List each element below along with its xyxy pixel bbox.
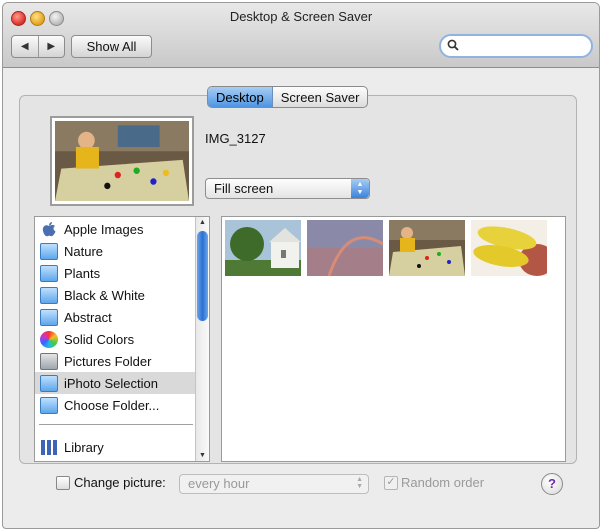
scroll-down-arrow-icon[interactable]: ▼ — [196, 452, 209, 459]
source-pictures-folder[interactable]: Pictures Folder — [35, 350, 195, 372]
random-order-label: Random order — [401, 475, 485, 490]
interval-popup[interactable]: every hour ▲ ▼ — [179, 474, 369, 494]
thumbnail-child-table[interactable] — [389, 220, 465, 276]
scroll-up-arrow-icon[interactable]: ▲ — [196, 219, 209, 226]
source-plants[interactable]: Plants — [35, 262, 195, 284]
color-wheel-icon — [40, 330, 58, 348]
source-solid-colors[interactable]: Solid Colors — [35, 328, 195, 350]
change-picture-checkbox[interactable] — [56, 476, 70, 490]
popup-arrows-icon: ▲ ▼ — [351, 179, 369, 198]
current-picture-name: IMG_3127 — [205, 131, 266, 146]
source-label: Choose Folder... — [64, 397, 160, 413]
source-label: Plants — [64, 265, 101, 281]
tab-desktop[interactable]: Desktop — [208, 87, 273, 107]
folder-icon — [40, 242, 58, 260]
source-label: Abstract — [64, 309, 112, 325]
change-picture-label: Change picture: — [74, 475, 166, 490]
popup-arrows-icon: ▲ ▼ — [356, 476, 363, 490]
picture-grid — [221, 216, 566, 462]
source-iphoto-selection[interactable]: iPhoto Selection — [35, 372, 195, 394]
interval-value: every hour — [188, 476, 250, 491]
source-list: Apple Images Nature Plants Black & White… — [34, 216, 210, 462]
source-apple-images[interactable]: Apple Images — [35, 218, 195, 240]
library-icon — [41, 439, 57, 455]
show-all-button[interactable]: Show All — [71, 35, 152, 58]
pictures-folder-icon — [40, 352, 58, 370]
source-black-white[interactable]: Black & White — [35, 284, 195, 306]
current-picture-well[interactable] — [50, 116, 194, 206]
source-label: iPhoto Selection — [64, 375, 158, 391]
tab-screen-saver[interactable]: Screen Saver — [273, 87, 368, 107]
search-field[interactable] — [439, 34, 593, 58]
help-button[interactable]: ? — [541, 473, 563, 495]
source-nature[interactable]: Nature — [35, 240, 195, 262]
fit-mode-popup[interactable]: Fill screen ▲ ▼ — [205, 178, 370, 199]
search-icon — [447, 39, 459, 51]
thumbnail-house-tree[interactable] — [225, 220, 301, 276]
folder-icon — [40, 308, 58, 326]
source-label: Apple Images — [64, 221, 144, 237]
folder-icon — [40, 396, 58, 414]
random-order-checkbox[interactable]: ✓ — [384, 476, 398, 490]
source-label: Library — [64, 439, 104, 455]
window-title: Desktop & Screen Saver — [229, 9, 373, 24]
source-label: Nature — [64, 243, 104, 259]
thumbnail-corn[interactable] — [471, 220, 547, 276]
apple-icon — [42, 221, 56, 236]
forward-arrow-icon[interactable]: ▶ — [39, 36, 65, 57]
source-scrollbar[interactable]: ▲ ▼ — [195, 217, 209, 461]
source-label: Pictures Folder — [64, 353, 152, 369]
source-abstract[interactable]: Abstract — [35, 306, 195, 328]
title-bar: Desktop & Screen Saver ◀ ▶ Show All — [3, 3, 599, 68]
source-label: Black & White — [64, 287, 145, 303]
current-picture-image — [55, 121, 189, 201]
source-divider — [39, 424, 193, 425]
source-label: Solid Colors — [64, 331, 135, 347]
fit-mode-value: Fill screen — [214, 181, 274, 196]
back-arrow-icon[interactable]: ◀ — [12, 36, 39, 57]
folder-icon — [40, 374, 58, 392]
folder-icon — [40, 286, 58, 304]
scroll-thumb[interactable] — [197, 231, 208, 321]
source-choose-folder[interactable]: Choose Folder... — [35, 394, 195, 416]
source-library[interactable]: Library — [35, 436, 195, 458]
tab-bar: Desktop Screen Saver — [207, 86, 369, 108]
folder-icon — [40, 264, 58, 282]
thumbnail-rainbow[interactable] — [307, 220, 383, 276]
back-forward-buttons: ◀ ▶ — [11, 35, 65, 58]
